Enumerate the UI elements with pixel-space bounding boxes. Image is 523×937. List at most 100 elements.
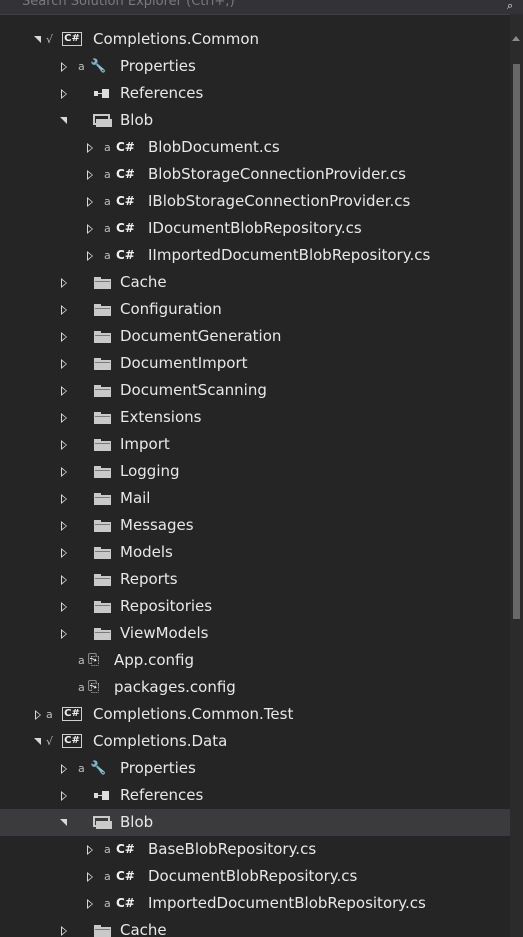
tree-item-label: Configuration: [120, 300, 222, 318]
tree-item-importeddocumentblobrepository-cs[interactable]: a C# ImportedDocumentBlobRepository.cs: [0, 890, 510, 917]
tree-item-documentscanning[interactable]: DocumentScanning: [0, 377, 510, 404]
search-input[interactable]: Search Solution Explorer (Ctrl+;) ⌕: [0, 0, 523, 15]
scroll-up-icon[interactable]: [512, 36, 520, 41]
collapse-arrow-icon[interactable]: [86, 161, 96, 188]
tree-item-completions-data[interactable]: √ C# Completions.Data: [0, 728, 510, 755]
tree-item-configuration[interactable]: Configuration: [0, 296, 510, 323]
tree-item-iblobstorageconnectionprovider-cs[interactable]: a C# IBlobStorageConnectionProvider.cs: [0, 188, 510, 215]
expand-arrow-icon[interactable]: [34, 728, 44, 755]
tree-item-references[interactable]: References: [0, 782, 510, 809]
csharp-file-icon: C#: [116, 842, 135, 856]
collapse-arrow-icon[interactable]: [60, 512, 70, 539]
tree-item-cache[interactable]: Cache: [0, 917, 510, 937]
config-file-icon: ⎘: [88, 652, 100, 668]
lock-icon: a: [104, 195, 111, 208]
folder-icon: [94, 358, 111, 370]
collapse-arrow-icon[interactable]: [60, 80, 70, 107]
collapse-arrow-icon[interactable]: [60, 296, 70, 323]
tree-item-label: IImportedDocumentBlobRepository.cs: [148, 246, 431, 264]
scroll-thumb[interactable]: [513, 64, 520, 619]
references-icon: [94, 89, 110, 99]
tree-item-viewmodels[interactable]: ViewModels: [0, 620, 510, 647]
tree-item-baseblobrepository-cs[interactable]: a C# BaseBlobRepository.cs: [0, 836, 510, 863]
tree-item-label: IBlobStorageConnectionProvider.cs: [148, 192, 411, 210]
search-icon[interactable]: ⌕: [507, 0, 517, 11]
collapse-arrow-icon[interactable]: [60, 350, 70, 377]
lock-icon: a: [78, 681, 85, 694]
tree-item-label: References: [120, 84, 204, 102]
folder-icon: [94, 547, 111, 559]
tree-item-documentgeneration[interactable]: DocumentGeneration: [0, 323, 510, 350]
tree-item-label: Completions.Common: [93, 30, 260, 48]
tree-item-properties[interactable]: a 🔧 Properties: [0, 53, 510, 80]
collapse-arrow-icon[interactable]: [60, 269, 70, 296]
tree-item-iimporteddocumentblobrepository-cs[interactable]: a C# IImportedDocumentBlobRepository.cs: [0, 242, 510, 269]
collapse-arrow-icon[interactable]: [60, 53, 70, 80]
collapse-arrow-icon[interactable]: [86, 890, 96, 917]
tree-item-reports[interactable]: Reports: [0, 566, 510, 593]
collapse-arrow-icon[interactable]: [86, 134, 96, 161]
tree-item-documentblobrepository-cs[interactable]: a C# DocumentBlobRepository.cs: [0, 863, 510, 890]
collapse-arrow-icon[interactable]: [86, 863, 96, 890]
tree-item-label: Extensions: [120, 408, 202, 426]
wrench-icon: 🔧: [90, 59, 107, 74]
collapse-arrow-icon[interactable]: [86, 215, 96, 242]
tree-item-blob[interactable]: Blob: [0, 809, 510, 836]
collapse-arrow-icon[interactable]: [60, 458, 70, 485]
collapse-arrow-icon[interactable]: [86, 836, 96, 863]
checked-in-icon: √: [46, 735, 54, 748]
collapse-arrow-icon[interactable]: [86, 242, 96, 269]
tree-item-blobdocument-cs[interactable]: a C# BlobDocument.cs: [0, 134, 510, 161]
collapse-arrow-icon[interactable]: [60, 755, 70, 782]
tree-item-app-config[interactable]: a ⎘ App.config: [0, 647, 510, 674]
folder-icon: [94, 439, 111, 451]
vertical-scrollbar[interactable]: [510, 14, 523, 937]
tree-item-messages[interactable]: Messages: [0, 512, 510, 539]
collapse-arrow-icon[interactable]: [60, 323, 70, 350]
tree-item-import[interactable]: Import: [0, 431, 510, 458]
tree-item-extensions[interactable]: Extensions: [0, 404, 510, 431]
collapse-arrow-icon[interactable]: [60, 404, 70, 431]
tree-item-cache[interactable]: Cache: [0, 269, 510, 296]
tree-item-documentimport[interactable]: DocumentImport: [0, 350, 510, 377]
collapse-arrow-icon[interactable]: [60, 539, 70, 566]
collapse-arrow-icon[interactable]: [60, 431, 70, 458]
tree-item-blob[interactable]: Blob: [0, 107, 510, 134]
folder-icon: [94, 574, 111, 586]
tree-item-mail[interactable]: Mail: [0, 485, 510, 512]
lock-icon: a: [46, 708, 53, 721]
expand-arrow-icon[interactable]: [34, 26, 44, 53]
tree-item-models[interactable]: Models: [0, 539, 510, 566]
lock-icon: a: [78, 60, 85, 73]
tree-item-references[interactable]: References: [0, 80, 510, 107]
collapse-arrow-icon[interactable]: [60, 593, 70, 620]
collapse-arrow-icon[interactable]: [60, 377, 70, 404]
lock-icon: a: [78, 654, 85, 667]
tree-item-completions-common[interactable]: √ C# Completions.Common: [0, 26, 510, 53]
tree-item-packages-config[interactable]: a ⎘ packages.config: [0, 674, 510, 701]
tree-item-repositories[interactable]: Repositories: [0, 593, 510, 620]
collapse-arrow-icon[interactable]: [34, 701, 44, 728]
tree-item-properties[interactable]: a 🔧 Properties: [0, 755, 510, 782]
tree-item-label: packages.config: [114, 678, 236, 696]
collapse-arrow-icon[interactable]: [60, 485, 70, 512]
csharp-file-icon: C#: [116, 221, 135, 235]
collapse-arrow-icon[interactable]: [60, 917, 70, 937]
lock-icon: a: [78, 762, 85, 775]
csharp-file-icon: C#: [116, 869, 135, 883]
tree-item-completions-common-test[interactable]: a C# Completions.Common.Test: [0, 701, 510, 728]
tree-item-idocumentblobrepository-cs[interactable]: a C# IDocumentBlobRepository.cs: [0, 215, 510, 242]
tree-item-logging[interactable]: Logging: [0, 458, 510, 485]
collapse-arrow-icon[interactable]: [60, 782, 70, 809]
tree-item-label: References: [120, 786, 204, 804]
lock-icon: a: [104, 168, 111, 181]
expand-arrow-icon[interactable]: [60, 809, 70, 836]
tree-item-label: Cache: [120, 921, 167, 937]
csharp-file-icon: C#: [116, 248, 135, 262]
expand-arrow-icon[interactable]: [60, 107, 70, 134]
collapse-arrow-icon[interactable]: [60, 620, 70, 647]
lock-icon: a: [104, 870, 111, 883]
collapse-arrow-icon[interactable]: [86, 188, 96, 215]
tree-item-blobstorageconnectionprovider-cs[interactable]: a C# BlobStorageConnectionProvider.cs: [0, 161, 510, 188]
collapse-arrow-icon[interactable]: [60, 566, 70, 593]
